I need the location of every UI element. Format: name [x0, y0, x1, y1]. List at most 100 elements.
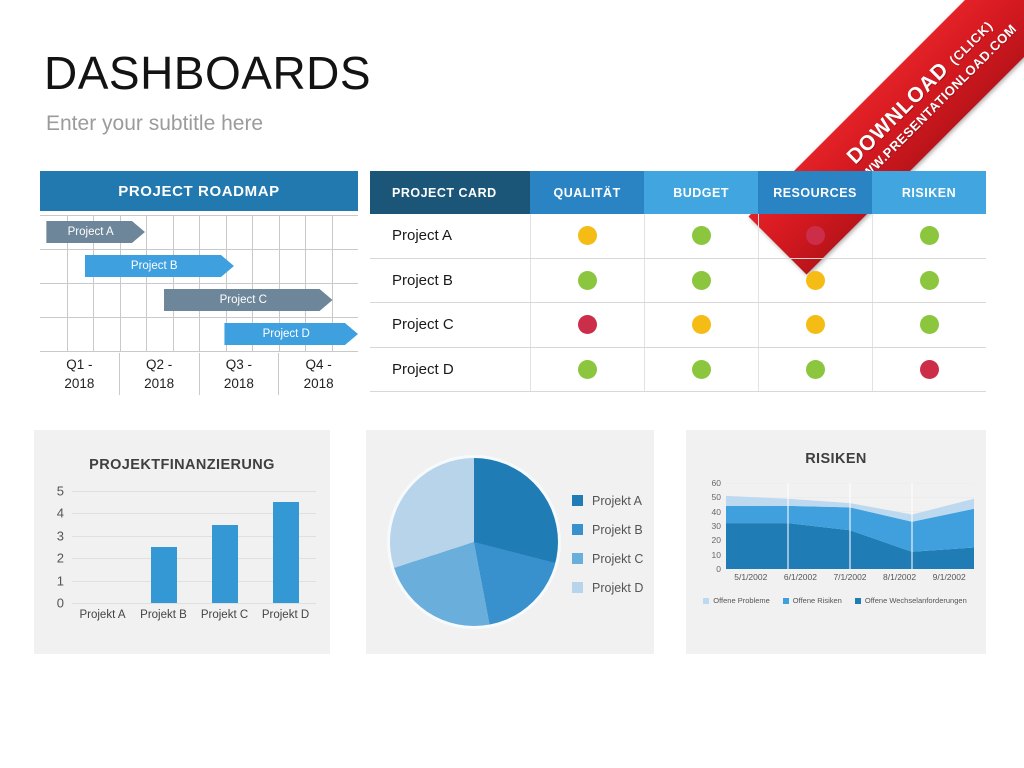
table-header-project-card[interactable]: PROJECT CARD [370, 171, 531, 214]
pie-legend-label: Projekt B [592, 522, 643, 537]
table-cell-status [872, 214, 986, 258]
area-chart-y-tick: 60 [711, 478, 721, 488]
table-cell-status [872, 303, 986, 347]
gantt-quarter-label: Q3 - 2018 [198, 353, 279, 395]
project-roadmap-widget: PROJECT ROADMAP Project A Project B Projec… [40, 171, 358, 395]
gantt-quarter-label: Q2 - 2018 [118, 353, 199, 395]
bar-column [194, 491, 255, 603]
area-chart-y-tick: 0 [716, 564, 721, 574]
pie-legend-item[interactable]: Projekt C [572, 544, 643, 573]
gantt-bar-project-d[interactable]: Project D [224, 323, 358, 345]
status-dot-green [692, 226, 712, 246]
bar-projekt-c[interactable] [211, 524, 238, 603]
project-card-table: PROJECT CARD QUALITÄT BUDGET RESOURCES RISIK… [370, 171, 986, 392]
table-cell-status [644, 303, 758, 347]
bar-chart-bars [72, 491, 316, 603]
area-chart-x-tick: 7/1/2002 [833, 572, 867, 582]
gantt-quarter-label: Q1 - 2018 [40, 353, 119, 395]
status-dot-amber [806, 270, 826, 290]
pie-legend-label: Projekt D [592, 580, 644, 595]
gantt-bar-project-a[interactable]: Project A [46, 221, 145, 243]
table-body: Project A Project B Project C Project D [370, 214, 986, 392]
bar-chart: 5 4 3 2 1 0 [46, 484, 316, 611]
table-header-budget[interactable]: BUDGET [644, 171, 759, 214]
pie-legend-label: Projekt A [592, 493, 643, 508]
table-cell-status [872, 258, 986, 302]
table-header-row: PROJECT CARD QUALITÄT BUDGET RESOURCES RISIK… [370, 171, 986, 214]
status-dot-green [692, 270, 712, 290]
pie-legend-swatch [572, 582, 583, 593]
quarter-line-2: 2018 [64, 376, 95, 391]
bar-projekt-d[interactable] [272, 502, 299, 603]
table-cell-status [644, 347, 758, 391]
table-header-risiken[interactable]: RISIKEN [872, 171, 986, 214]
table-cell-status [758, 303, 872, 347]
table-header-resources[interactable]: RESOURCES [758, 171, 873, 214]
area-chart-y-tick: 20 [711, 535, 721, 546]
projektfinanzierung-panel: PROJEKTFINANZIERUNG 543210 Projekt A Proj… [34, 430, 330, 654]
table-row: Project A [370, 214, 986, 259]
quarter-line-2: 2018 [223, 376, 254, 391]
ribbon-line-1: DOWNLOAD (CLICK) [842, 13, 998, 169]
area-legend-swatch [854, 597, 861, 604]
quarter-line-1: Q4 - [305, 357, 332, 372]
table-cell-status [530, 347, 644, 391]
status-dot-green [578, 359, 598, 379]
gantt-gridline-horizontal [40, 317, 358, 318]
bar-chart-y-tick: 5 [56, 483, 64, 499]
bar-projekt-b[interactable] [150, 547, 177, 603]
bar-chart-y-tick: 2 [56, 550, 64, 566]
pie-legend-swatch [572, 524, 583, 535]
table-cell-project-name: Project B [392, 271, 453, 289]
gantt-gridline-horizontal [40, 283, 358, 284]
table-cell-project-name: Project D [392, 360, 454, 378]
table-cell-project-name: Project C [392, 316, 454, 334]
gantt-quarter-axis: Q1 - 2018 Q2 - 2018 Q3 - 2018 Q4 - 2018 [40, 353, 358, 395]
status-dot-green [692, 359, 712, 379]
page-subtitle: Enter your subtitle here [46, 112, 264, 135]
area-legend-swatch [703, 597, 710, 604]
bar-chart-y-tick: 1 [56, 573, 64, 589]
area-chart-legend: Offene Probleme Offene Risiken Offene Wech… [696, 596, 974, 605]
area-chart-title: RISIKEN [805, 451, 867, 467]
area-legend-label: Offene Probleme [713, 596, 770, 605]
pie-legend-label: Projekt C [592, 551, 644, 566]
area-chart-y-tick: 10 [711, 549, 721, 560]
ribbon-line-2: WWW.PRESENTATIONLOAD.COM [850, 21, 1020, 191]
gantt-bar-project-b[interactable]: Project B [85, 255, 234, 277]
status-dot-green [806, 359, 826, 379]
status-dot-red [919, 359, 939, 379]
pie-legend-item[interactable]: Projekt A [572, 486, 643, 515]
risiken-panel: RISIKEN 60 50 40 30 20 10 0 5/1/2002 6/1/2002 7/… [686, 430, 986, 654]
pie-legend-item[interactable]: Projekt D [572, 573, 643, 602]
area-chart-y-tick: 40 [711, 506, 721, 517]
area-chart-x-tick: 8/1/2002 [883, 572, 917, 582]
area-legend-item[interactable]: Offene Probleme [703, 596, 770, 605]
gantt-bar-project-c[interactable]: Project C [164, 289, 333, 311]
quarter-line-1: Q1 - [66, 357, 93, 372]
bar-chart-x-axis: Projekt A Projekt B Projekt C Projekt D [72, 609, 316, 621]
area-chart-y-tick: 50 [711, 492, 721, 503]
area-legend-item[interactable]: Offene Risiken [782, 596, 842, 605]
area-legend-item[interactable]: Offene Wechselanforderungen [854, 596, 967, 605]
bar-column [133, 491, 194, 603]
status-dot-amber [578, 226, 598, 246]
gantt-chart: Project A Project B Project C Project D [40, 215, 358, 352]
status-dot-amber [806, 315, 826, 335]
bar-column [72, 491, 133, 603]
gantt-quarter-label: Q4 - 2018 [278, 353, 358, 395]
gantt-gridline-horizontal [40, 249, 358, 250]
bar-chart-x-tick: Projekt D [261, 609, 310, 621]
pie-legend-item[interactable]: Projekt B [572, 515, 643, 544]
slide-canvas: DASHBOARDS Enter your subtitle here DOWN… [0, 0, 1024, 768]
table-header-qualität[interactable]: QUALITÄT [530, 171, 645, 214]
status-dot-red [578, 315, 598, 335]
table-cell-status [872, 347, 986, 391]
bar-chart-gridline [72, 603, 316, 604]
bar-chart-y-tick: 3 [56, 528, 64, 544]
area-chart-y-tick: 30 [711, 521, 721, 531]
status-dot-green [919, 270, 939, 290]
table-cell-status [530, 258, 644, 302]
table-row: Project D [370, 347, 986, 392]
bar-chart-y-tick: 4 [56, 505, 64, 521]
